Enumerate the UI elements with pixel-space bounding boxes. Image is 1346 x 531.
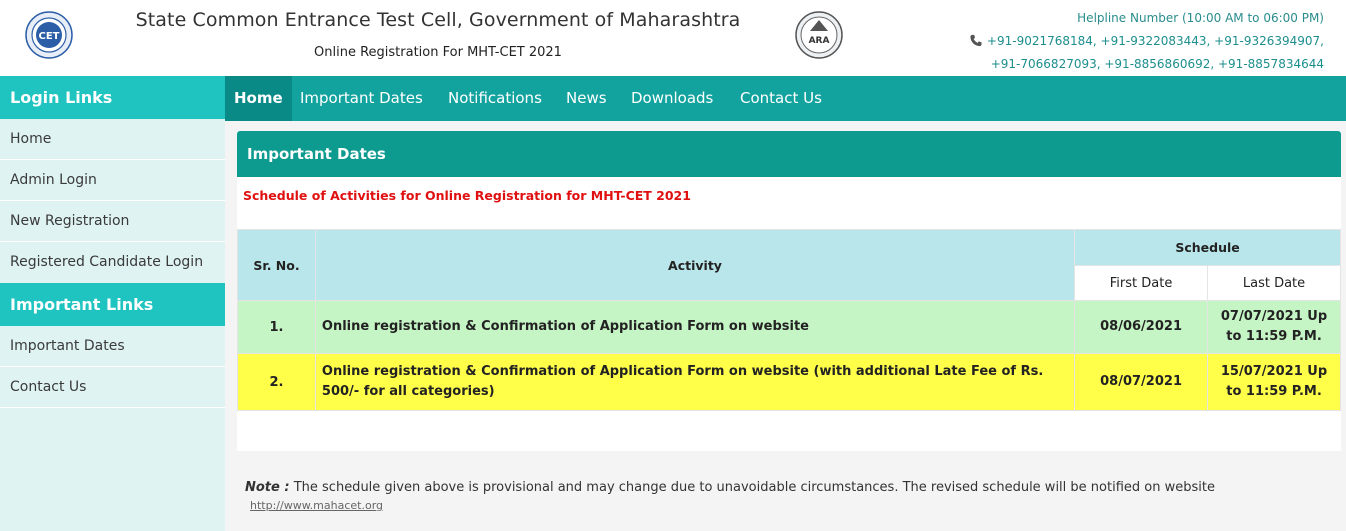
- page-header: CET State Common Entrance Test Cell, Gov…: [0, 0, 1346, 76]
- important-dates-card: Important Dates Schedule of Activities f…: [237, 131, 1341, 451]
- note-text-block: Note : The schedule given above is provi…: [245, 479, 1333, 497]
- sidebar-heading-important-links: Important Links: [0, 283, 225, 326]
- nav-important-dates[interactable]: Important Dates: [300, 76, 423, 121]
- helpline-block: Helpline Number (10:00 AM to 06:00 PM) +…: [969, 7, 1324, 76]
- nav-notifications[interactable]: Notifications: [448, 76, 542, 121]
- row-first-date: 08/07/2021: [1074, 353, 1209, 411]
- sidebar-item-home[interactable]: Home: [0, 119, 225, 160]
- col-header-first-date: First Date: [1074, 265, 1209, 301]
- page-title: State Common Entrance Test Cell, Governm…: [135, 9, 741, 31]
- table-row: 1. Online registration & Confirmation of…: [237, 300, 1341, 354]
- col-header-last-date: Last Date: [1207, 265, 1341, 301]
- row-last-date: 15/07/2021 Up to 11:59 P.M.: [1207, 353, 1341, 411]
- nav-contact-us[interactable]: Contact Us: [740, 76, 822, 121]
- nav-downloads[interactable]: Downloads: [631, 76, 713, 121]
- note-text: The schedule given above is provisional …: [293, 480, 1215, 495]
- nav-home[interactable]: Home: [225, 76, 292, 121]
- helpline-numbers-line1: +91-9021768184, +91-9322083443, +91-9326…: [969, 30, 1324, 53]
- page-subtitle: Online Registration For MHT-CET 2021: [314, 45, 562, 60]
- schedule-table: Sr. No. Activity Schedule First Date Las…: [237, 229, 1341, 411]
- sidebar-item-new-registration[interactable]: New Registration: [0, 201, 225, 242]
- helpline-label: Helpline Number (10:00 AM to 06:00 PM): [1077, 11, 1324, 25]
- note-label: Note :: [245, 480, 290, 495]
- row-srno: 2.: [237, 353, 316, 411]
- sidebar: Login Links Home Admin Login New Registr…: [0, 76, 225, 531]
- col-header-srno: Sr. No.: [237, 229, 316, 301]
- website-link[interactable]: http://www.mahacet.org: [250, 499, 383, 512]
- col-header-activity: Activity: [314, 229, 1076, 301]
- card-heading: Important Dates: [237, 131, 1341, 177]
- phone-icon: [970, 34, 982, 47]
- row-activity: Online registration & Confirmation of Ap…: [314, 300, 1076, 354]
- helpline-numbers-line2: +91-7066827093, +91-8856860692, +91-8857…: [990, 57, 1324, 71]
- sidebar-item-registered-candidate-login[interactable]: Registered Candidate Login: [0, 242, 225, 283]
- main-content: Important Dates Schedule of Activities f…: [225, 121, 1346, 531]
- ara-logo-text: ARA: [809, 36, 830, 46]
- table-row: 2. Online registration & Confirmation of…: [237, 353, 1341, 411]
- sidebar-item-admin-login[interactable]: Admin Login: [0, 160, 225, 201]
- cet-logo-text: CET: [39, 31, 60, 42]
- row-last-date: 07/07/2021 Up to 11:59 P.M.: [1207, 300, 1341, 354]
- nav-news[interactable]: News: [566, 76, 607, 121]
- top-nav: Home Important Dates Notifications News …: [225, 76, 1346, 121]
- schedule-title: Schedule of Activities for Online Regist…: [237, 177, 1341, 211]
- ara-logo-icon: ARA: [795, 11, 843, 59]
- table-header-row: Sr. No. Activity Schedule: [237, 229, 1341, 301]
- row-activity: Online registration & Confirmation of Ap…: [314, 353, 1076, 411]
- helpline-line1-text: +91-9021768184, +91-9322083443, +91-9326…: [986, 34, 1324, 48]
- sidebar-item-contact-us[interactable]: Contact Us: [0, 367, 225, 408]
- row-first-date: 08/06/2021: [1074, 300, 1209, 354]
- col-header-schedule: Schedule: [1074, 229, 1341, 266]
- sidebar-heading-login-links: Login Links: [0, 76, 225, 119]
- sidebar-item-important-dates[interactable]: Important Dates: [0, 326, 225, 367]
- row-srno: 1.: [237, 300, 316, 354]
- cet-logo-icon: CET: [25, 11, 73, 59]
